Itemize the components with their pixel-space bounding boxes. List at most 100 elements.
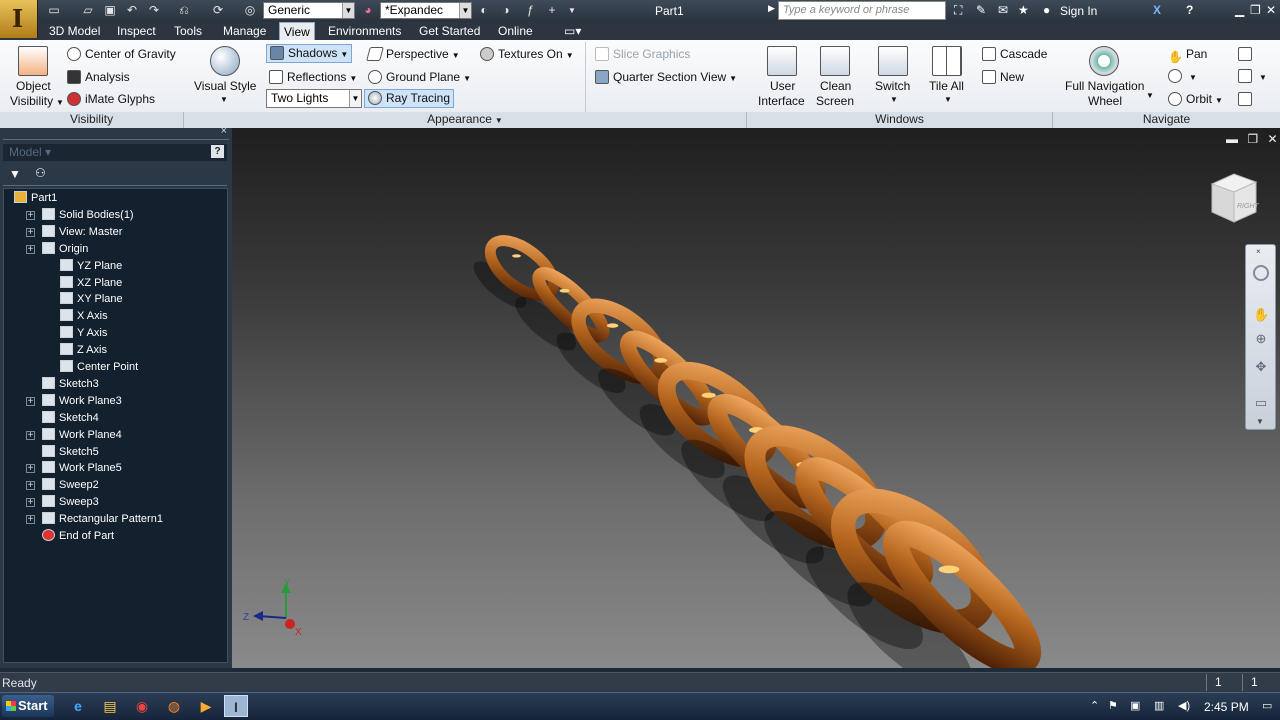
new-icon[interactable]: ▭ bbox=[46, 3, 62, 18]
select-icon[interactable]: ◎ bbox=[242, 3, 258, 18]
quarter-section-view-button[interactable]: Quarter Section View ▼ bbox=[595, 69, 737, 87]
imate-glyphs-button[interactable]: iMate Glyphs bbox=[67, 91, 155, 107]
binoculars-icon[interactable]: ⛶ bbox=[954, 3, 962, 18]
tray-app-icon[interactable]: ▣ bbox=[1130, 699, 1140, 712]
panel-label-visibility[interactable]: Visibility bbox=[0, 112, 184, 128]
close-icon[interactable]: × bbox=[1256, 247, 1261, 256]
clean-screen-label-1[interactable]: Clean bbox=[820, 78, 851, 94]
tree-node[interactable]: Z Axis bbox=[60, 342, 107, 359]
search-expand-icon[interactable]: ▶ bbox=[768, 3, 775, 14]
chevron-down-icon[interactable]: ▼ bbox=[220, 92, 228, 108]
tree-expand-icon[interactable]: + bbox=[26, 396, 35, 406]
zoom-all-button[interactable]: ▼ bbox=[1238, 68, 1267, 86]
adjust-appearance-icon[interactable]: ◐ bbox=[476, 3, 492, 18]
slice-graphics-button[interactable]: Slice Graphics bbox=[595, 46, 690, 62]
tab-inspect[interactable]: Inspect bbox=[113, 22, 160, 40]
look-at-icon[interactable]: ▭ bbox=[1253, 395, 1269, 411]
file-explorer-icon[interactable]: ▤ bbox=[98, 695, 122, 717]
start-button[interactable]: Start bbox=[2, 695, 54, 717]
save-icon[interactable]: ▣ bbox=[102, 3, 118, 18]
tree-node[interactable]: Y Axis bbox=[60, 325, 107, 342]
lighting-style-combo[interactable]: Two Lights ▼ bbox=[266, 89, 362, 108]
home-view-button[interactable] bbox=[1238, 91, 1256, 107]
close-icon[interactable]: ✕ bbox=[1267, 132, 1277, 146]
user-interface-label-2[interactable]: Interface bbox=[758, 93, 805, 109]
viewcube[interactable]: RIGHT bbox=[1204, 170, 1262, 230]
tree-node[interactable]: Sketch3 bbox=[42, 376, 99, 393]
application-menu-button[interactable]: I bbox=[0, 0, 38, 38]
chrome-icon[interactable]: ◉ bbox=[130, 695, 154, 717]
zoom-icon[interactable]: ⊕ bbox=[1253, 331, 1269, 347]
chevron-down-icon[interactable]: ▼ bbox=[944, 92, 952, 108]
full-navigation-wheel-icon[interactable] bbox=[1089, 46, 1119, 76]
tree-node[interactable]: Sketch5 bbox=[42, 444, 99, 461]
chevron-down-icon[interactable]: ▼ bbox=[1256, 417, 1264, 426]
tree-node[interactable]: Work Plane4 bbox=[42, 427, 122, 444]
volume-icon[interactable]: ◀) bbox=[1178, 699, 1190, 712]
restore-icon[interactable]: ❐ bbox=[1250, 3, 1261, 17]
cascade-button[interactable]: Cascade bbox=[982, 46, 1047, 62]
orbit-button[interactable]: Orbit ▼ bbox=[1168, 91, 1223, 109]
clear-appearance-icon[interactable]: ◑ bbox=[498, 3, 514, 18]
filter-icon[interactable]: ▼ bbox=[9, 167, 21, 181]
object-visibility-label-1[interactable]: Object bbox=[16, 78, 51, 94]
user-interface-label-1[interactable]: User bbox=[770, 78, 795, 94]
tab-environments[interactable]: Environments bbox=[324, 22, 405, 40]
tree-node[interactable]: Work Plane5 bbox=[42, 460, 122, 477]
tree-expand-icon[interactable]: + bbox=[26, 227, 35, 237]
close-icon[interactable]: ✕ bbox=[1266, 3, 1276, 17]
tray-expand-icon[interactable]: ⌃ bbox=[1090, 699, 1099, 712]
redo-icon[interactable]: ↷ bbox=[146, 3, 162, 18]
tree-node[interactable]: Work Plane3 bbox=[42, 393, 122, 410]
tree-expand-icon[interactable]: + bbox=[26, 210, 35, 220]
update-icon[interactable]: ⟳ bbox=[210, 3, 226, 18]
object-visibility-label-2[interactable]: Visibility bbox=[10, 93, 53, 109]
visual-style-icon[interactable] bbox=[210, 46, 240, 76]
hand-icon[interactable]: ✋ bbox=[1253, 307, 1269, 323]
browser-help-icon[interactable]: ? bbox=[211, 145, 224, 158]
reflections-button[interactable]: Reflections ▼ bbox=[269, 69, 357, 87]
object-visibility-icon[interactable] bbox=[18, 46, 48, 76]
full-navigation-label-1[interactable]: Full Navigation bbox=[1065, 78, 1144, 94]
action-center-icon[interactable]: ⚑ bbox=[1108, 699, 1118, 712]
ray-tracing-button[interactable]: Ray Tracing bbox=[364, 89, 455, 108]
switch-windows-icon[interactable] bbox=[878, 46, 908, 76]
communication-icon[interactable]: ✉ bbox=[998, 3, 1008, 17]
tree-node[interactable]: XY Plane bbox=[60, 291, 123, 308]
tree-node[interactable]: Rectangular Pattern1 bbox=[42, 511, 163, 528]
shadows-button[interactable]: Shadows ▼ bbox=[266, 44, 353, 63]
chain-model[interactable] bbox=[232, 128, 1280, 668]
chevron-down-icon[interactable]: ▼ bbox=[890, 92, 898, 108]
show-desktop-icon[interactable]: ▭ bbox=[1262, 699, 1272, 712]
return-icon[interactable]: ⎌ bbox=[176, 3, 192, 18]
chevron-down-icon[interactable]: ▼ bbox=[56, 95, 64, 111]
tree-node[interactable]: YZ Plane bbox=[60, 258, 122, 275]
browser-grip[interactable]: × bbox=[3, 125, 229, 140]
tree-node[interactable]: Part1 bbox=[14, 190, 57, 207]
tree-expand-icon[interactable]: + bbox=[26, 430, 35, 440]
network-icon[interactable]: ▥ bbox=[1154, 699, 1164, 712]
pan-button[interactable]: ✋ Pan bbox=[1168, 46, 1207, 64]
inventor-taskbar-icon[interactable]: I bbox=[224, 695, 248, 717]
tree-expand-icon[interactable]: + bbox=[26, 464, 35, 474]
full-navigation-label-2[interactable]: Wheel bbox=[1088, 93, 1122, 109]
look-at-button[interactable] bbox=[1238, 46, 1256, 62]
tree-node[interactable]: XZ Plane bbox=[60, 275, 122, 292]
open-icon[interactable]: ▱ bbox=[80, 3, 96, 18]
tree-node[interactable]: Origin bbox=[42, 241, 88, 258]
minimize-icon[interactable]: ▬ bbox=[1226, 132, 1238, 146]
restore-icon[interactable]: ❐ bbox=[1247, 132, 1258, 146]
firefox-icon[interactable]: ◍ bbox=[162, 695, 186, 717]
tree-node[interactable]: View: Master bbox=[42, 224, 122, 241]
find-icon[interactable]: ⚇ bbox=[35, 166, 46, 180]
taskbar-clock[interactable]: 2:45 PM bbox=[1204, 700, 1249, 714]
center-of-gravity-button[interactable]: Center of Gravity bbox=[67, 46, 176, 62]
tree-expand-icon[interactable]: + bbox=[26, 498, 35, 508]
sign-in-link[interactable]: Sign In bbox=[1060, 4, 1097, 18]
tab-get-started[interactable]: Get Started bbox=[415, 22, 484, 40]
clean-screen-icon[interactable] bbox=[820, 46, 850, 76]
help-icon[interactable]: ? bbox=[1186, 3, 1193, 17]
panel-label-appearance[interactable]: Appearance ▼ bbox=[184, 112, 747, 128]
orbit-icon[interactable]: ✥ bbox=[1253, 359, 1269, 375]
tab-online[interactable]: Online bbox=[494, 22, 537, 40]
